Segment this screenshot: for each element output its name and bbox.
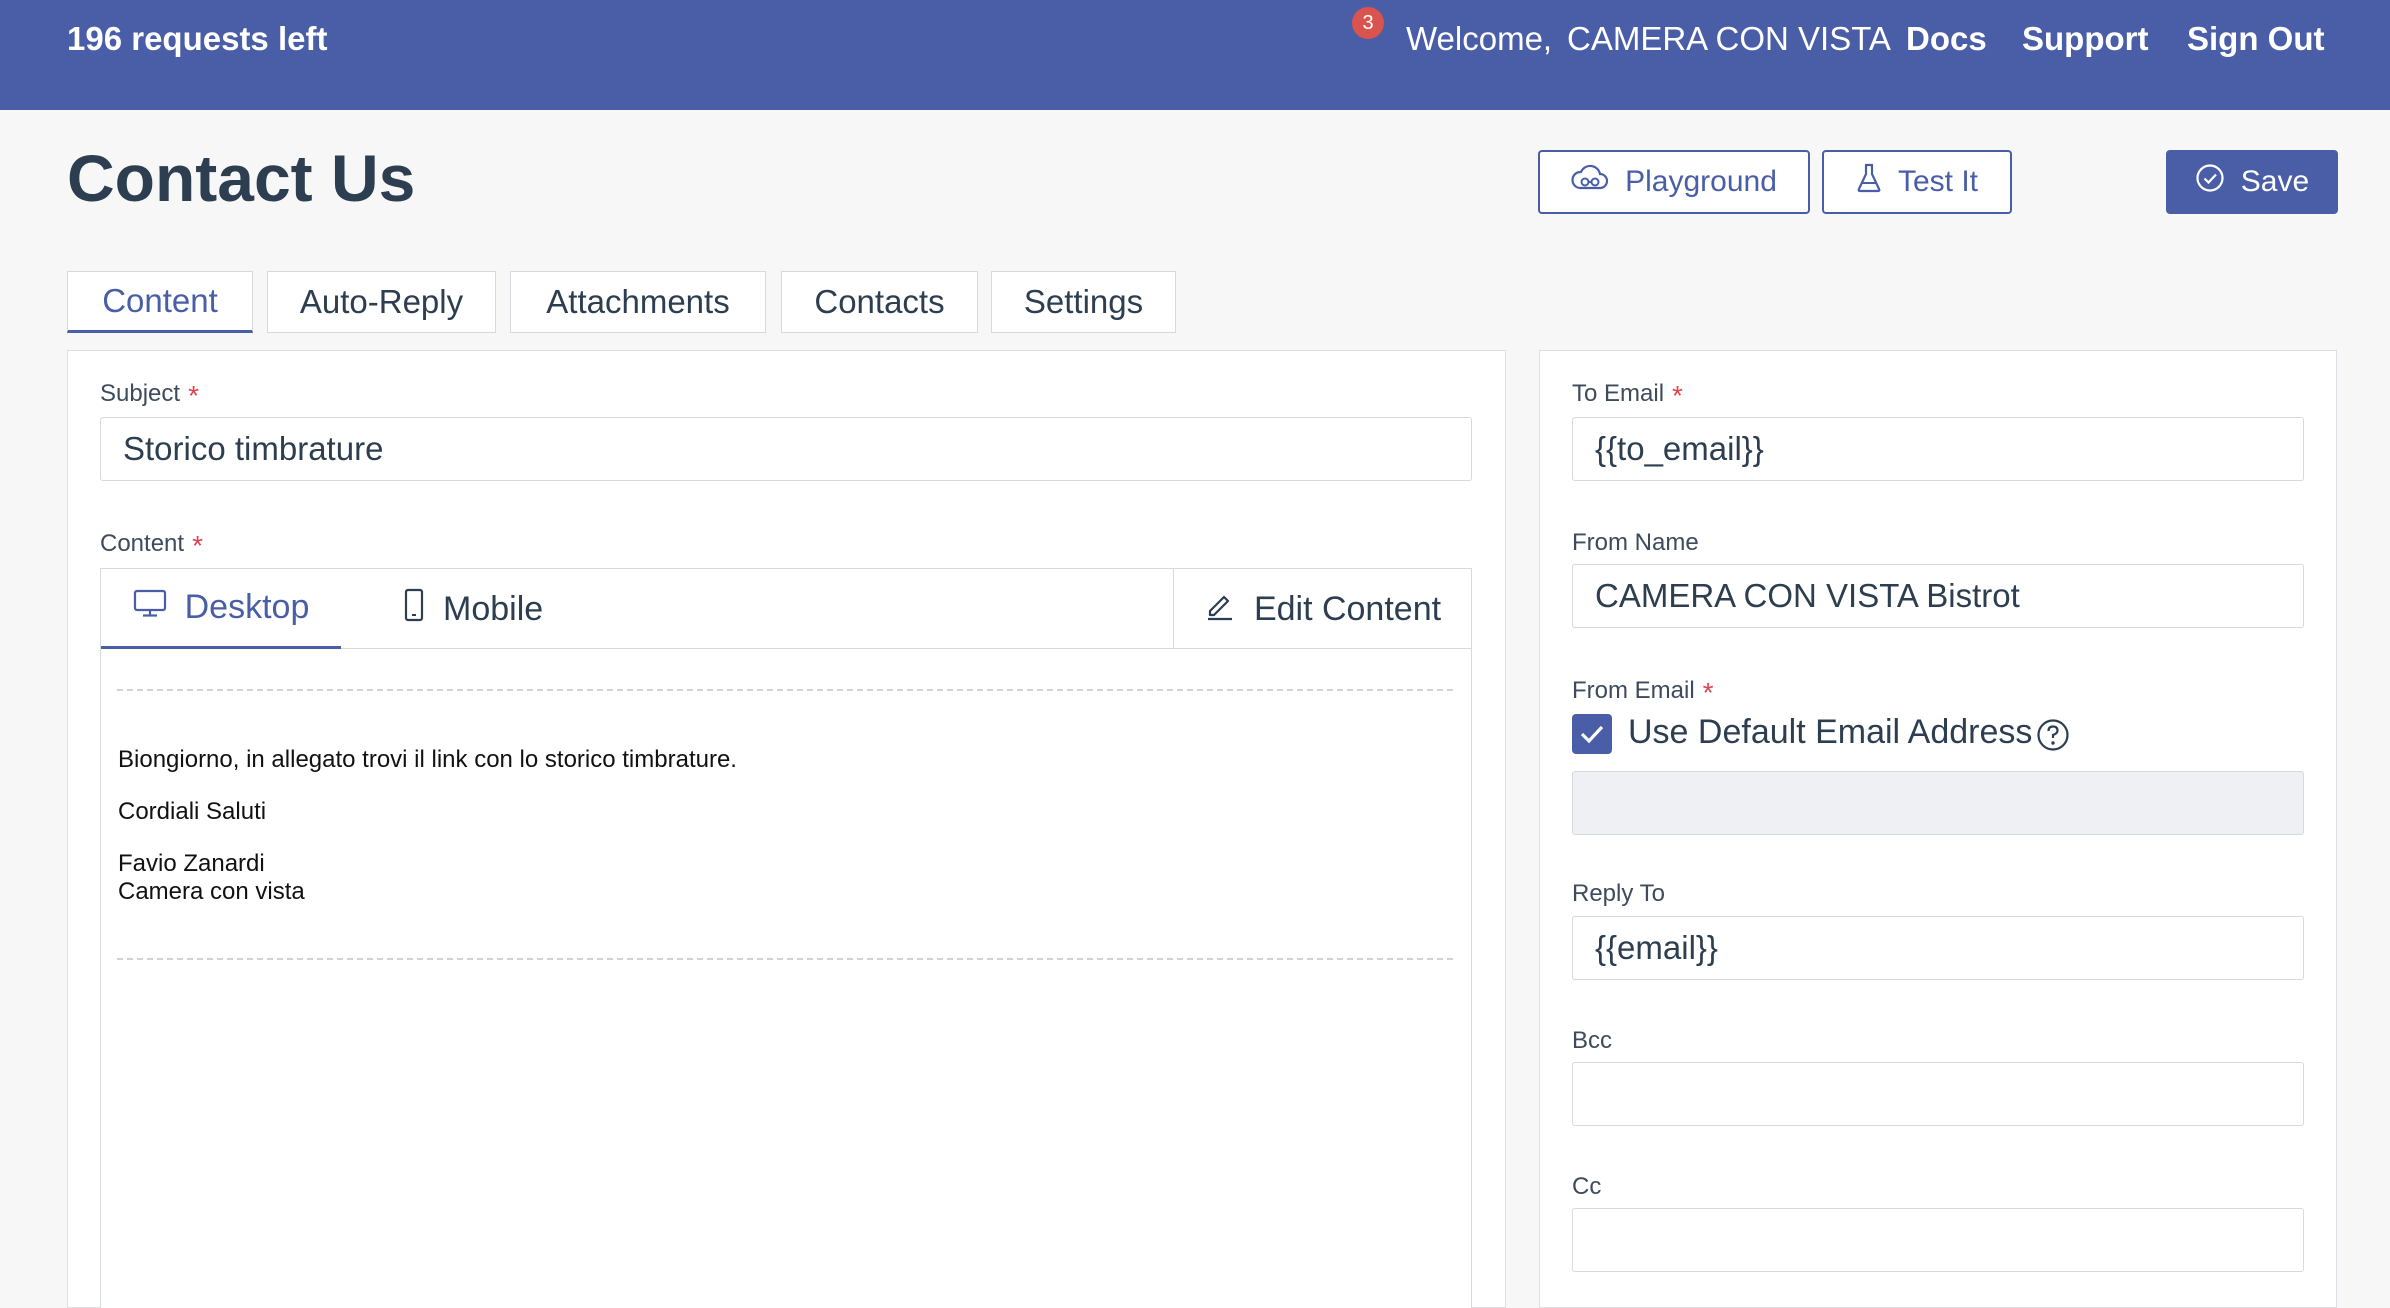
required-mark: *: [1672, 380, 1683, 411]
tab-attachments[interactable]: Attachments: [510, 271, 766, 333]
from-name-input[interactable]: CAMERA CON VISTA Bistrot: [1572, 564, 2304, 628]
mobile-icon: [403, 588, 425, 631]
from-email-input[interactable]: [1572, 771, 2304, 835]
cc-input[interactable]: [1572, 1208, 2304, 1272]
email-body-line: Camera con vista: [118, 878, 305, 905]
edit-content-label: Edit Content: [1253, 589, 1442, 628]
required-mark: *: [188, 380, 199, 411]
page-title: Contact Us: [67, 141, 416, 215]
required-mark: *: [1702, 677, 1714, 708]
playground-label: Playground: [1625, 165, 1777, 198]
desktop-view-tab[interactable]: Desktop: [101, 569, 341, 649]
editor-toolbar: Desktop Mobile Edit Content: [101, 569, 1471, 649]
question-circle-icon[interactable]: [2036, 718, 2070, 752]
tab-settings[interactable]: Settings: [991, 271, 1176, 333]
reply-to-input[interactable]: {{email}}: [1572, 916, 2304, 980]
subject-input[interactable]: Storico timbrature: [100, 417, 1472, 481]
desktop-icon: [133, 588, 167, 627]
tab-auto-reply[interactable]: Auto-Reply: [267, 271, 496, 333]
email-body-line: Favio Zanardi: [118, 850, 265, 877]
check-circle-icon: [2195, 163, 2225, 201]
username[interactable]: CAMERA CON VISTA: [1567, 20, 1891, 58]
test-it-button[interactable]: Test It: [1822, 150, 2012, 214]
requests-left: 196 requests left: [67, 20, 328, 57]
pencil-icon: [1204, 589, 1236, 630]
mobile-label: Mobile: [443, 589, 544, 628]
save-button[interactable]: Save: [2166, 150, 2338, 214]
edit-content-button[interactable]: Edit Content: [1173, 569, 1471, 649]
welcome-text: Welcome,: [1406, 20, 1553, 57]
mobile-view-tab[interactable]: Mobile: [403, 569, 543, 649]
subject-label: Subject *: [100, 380, 199, 411]
cloud-glasses-icon: [1571, 163, 1609, 201]
test-it-label: Test It: [1897, 165, 1979, 198]
preview-top-divider: [117, 689, 1453, 691]
sign-out-link[interactable]: Sign Out: [2187, 20, 2324, 58]
top-bar: 196 requests left 3 Welcome, CAMERA CON …: [0, 0, 2390, 110]
preview-bottom-divider: [117, 958, 1453, 960]
from-email-label: From Email *: [1572, 677, 1714, 708]
tab-content[interactable]: Content: [67, 271, 253, 333]
bcc-input[interactable]: [1572, 1062, 2304, 1126]
checkmark-icon: [1580, 725, 1604, 744]
save-label: Save: [2240, 165, 2310, 198]
flask-icon: [1856, 162, 1882, 202]
email-body-line: Cordiali Saluti: [118, 798, 267, 825]
email-body-line: Biongiorno, in allegato trovi il link co…: [118, 746, 737, 773]
cc-label: Cc: [1572, 1173, 1602, 1200]
playground-button[interactable]: Playground: [1538, 150, 1810, 214]
support-link[interactable]: Support: [2022, 20, 2148, 58]
content-editor: Desktop Mobile Edit Content Biongiorno, …: [100, 568, 1472, 1308]
reply-to-label: Reply To: [1572, 880, 1665, 907]
use-default-email-label[interactable]: Use Default Email Address: [1628, 713, 2032, 752]
tab-contacts[interactable]: Contacts: [781, 271, 978, 333]
bcc-label: Bcc: [1572, 1027, 1613, 1054]
required-mark: *: [192, 530, 203, 561]
from-name-label: From Name: [1572, 529, 1699, 556]
docs-link[interactable]: Docs: [1906, 20, 1987, 58]
use-default-email-checkbox[interactable]: [1572, 714, 1612, 754]
to-email-input[interactable]: {{to_email}}: [1572, 417, 2304, 481]
notification-badge[interactable]: 3: [1352, 7, 1384, 39]
content-label: Content *: [100, 530, 203, 561]
to-email-label: To Email *: [1572, 380, 1683, 411]
desktop-label: Desktop: [184, 588, 310, 626]
